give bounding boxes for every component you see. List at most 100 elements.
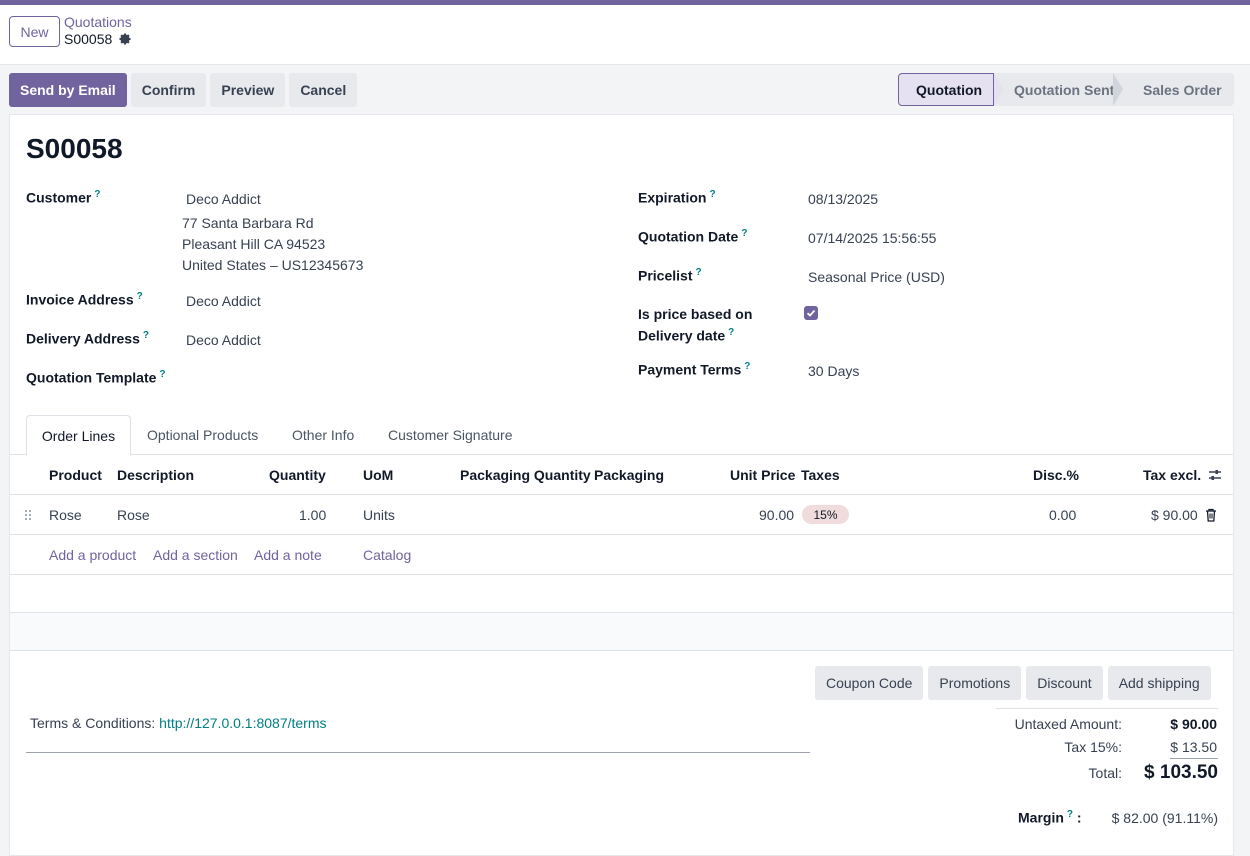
help-icon[interactable]: ?	[695, 267, 701, 278]
untaxed-amount-value: $ 90.00	[1170, 716, 1217, 732]
cell-uom[interactable]: Units	[363, 507, 395, 523]
payment-terms-label-text: Payment Terms	[638, 361, 742, 378]
status-quotation-sent[interactable]: Quotation Sent	[994, 73, 1123, 106]
payment-terms-field[interactable]: 30 Days	[808, 363, 859, 379]
drag-handle-icon[interactable]	[24, 509, 32, 521]
gear-icon[interactable]	[118, 32, 132, 46]
help-icon[interactable]: ?	[741, 228, 747, 239]
empty-row	[10, 575, 1233, 613]
cell-subtotal: $ 90.00	[1151, 507, 1198, 523]
cell-quantity[interactable]: 1.00	[299, 507, 326, 523]
breadcrumb-current-label: S00058	[64, 31, 113, 47]
help-icon[interactable]: ?	[728, 327, 734, 338]
cancel-button[interactable]: Cancel	[289, 73, 358, 107]
cell-product[interactable]: Rose	[49, 507, 82, 523]
breadcrumb-quotations[interactable]: Quotations	[64, 14, 132, 30]
form-sheet: S00058 Customer? Deco Addict 77 Santa Ba…	[9, 114, 1234, 856]
delivery-address-label: Delivery Address?	[26, 330, 149, 347]
promotions-button[interactable]: Promotions	[928, 666, 1022, 700]
help-icon[interactable]: ?	[709, 189, 715, 200]
help-icon[interactable]: ?	[159, 369, 165, 380]
expiration-label: Expiration?	[638, 189, 716, 206]
pricelist-label: Pricelist?	[638, 267, 702, 284]
quotation-date-label: Quotation Date?	[638, 228, 747, 245]
customer-address-line2: Pleasant Hill CA 94523	[182, 236, 326, 252]
tab-optional-products[interactable]: Optional Products	[147, 415, 258, 455]
expiration-field[interactable]: 08/13/2025	[808, 191, 878, 207]
totals-divider	[996, 708, 1218, 709]
tax-label: Tax 15%:	[1064, 739, 1122, 755]
col-packaging[interactable]: Packaging	[594, 467, 664, 483]
add-note-link[interactable]: Add a note	[254, 547, 322, 563]
col-uom[interactable]: UoM	[363, 467, 393, 483]
cell-description[interactable]: Rose	[117, 507, 150, 523]
quotation-template-field[interactable]	[186, 371, 486, 389]
help-icon[interactable]: ?	[94, 189, 100, 200]
terms-link[interactable]: http://127.0.0.1:8087/terms	[159, 715, 326, 731]
status-quotation[interactable]: Quotation	[898, 73, 1005, 106]
invoice-address-field[interactable]: Deco Addict	[186, 293, 261, 309]
discount-button[interactable]: Discount	[1026, 666, 1103, 700]
terms-label: Terms & Conditions:	[30, 715, 160, 731]
tab-order-lines[interactable]: Order Lines	[26, 415, 131, 456]
price-based-delivery-checkbox[interactable]	[804, 306, 818, 320]
invoice-address-label: Invoice Address?	[26, 291, 143, 308]
preview-button[interactable]: Preview	[210, 73, 286, 107]
col-disc[interactable]: Disc.%	[1033, 467, 1079, 483]
order-lines-header: Product Description Quantity UoM Packagi…	[10, 455, 1233, 495]
margin-value: $ 82.00 (91.11%)	[1111, 810, 1218, 826]
invoice-address-label-text: Invoice Address	[26, 291, 134, 308]
table-footer-row	[10, 613, 1233, 651]
new-button[interactable]: New	[9, 16, 60, 47]
quotation-date-field[interactable]: 07/14/2025 15:56:55	[808, 230, 936, 246]
help-icon[interactable]: ?	[744, 361, 750, 372]
add-line-row: Add a product Add a section Add a note C…	[10, 535, 1233, 575]
col-quantity[interactable]: Quantity	[269, 467, 326, 483]
tab-other-info[interactable]: Other Info	[292, 415, 354, 455]
untaxed-amount-label: Untaxed Amount:	[1014, 716, 1122, 732]
col-unit-price[interactable]: Unit Price	[730, 467, 795, 483]
table-row[interactable]: Rose Rose 1.00 Units 90.00 15% 0.00 $ 90…	[10, 495, 1233, 535]
trash-icon[interactable]	[1205, 508, 1217, 522]
column-settings-icon[interactable]	[1208, 468, 1222, 482]
pricelist-field[interactable]: Seasonal Price (USD)	[808, 269, 945, 285]
tax-badge[interactable]: 15%	[802, 505, 849, 524]
expiration-label-text: Expiration	[638, 189, 707, 206]
cell-disc[interactable]: 0.00	[1049, 507, 1076, 523]
col-tax-excl[interactable]: Tax excl.	[1143, 467, 1201, 483]
add-shipping-button[interactable]: Add shipping	[1107, 666, 1211, 700]
customer-label-text: Customer	[26, 189, 92, 206]
col-packaging-quantity[interactable]: Packaging Quantity	[460, 467, 591, 483]
pricelist-label-text: Pricelist	[638, 267, 693, 284]
col-product[interactable]: Product	[49, 467, 102, 483]
quotation-date-label-text: Quotation Date	[638, 228, 739, 245]
margin-label: Margin? :	[1018, 809, 1082, 826]
total-separator	[1170, 758, 1218, 759]
delivery-address-field[interactable]: Deco Addict	[186, 332, 261, 348]
col-description[interactable]: Description	[117, 467, 194, 483]
price-based-delivery-label-line2-text: Delivery date	[638, 327, 726, 344]
coupon-code-button[interactable]: Coupon Code	[815, 666, 924, 700]
price-based-delivery-label-line1: Is price based on	[638, 306, 753, 322]
margin-colon: :	[1076, 809, 1082, 826]
terms-conditions: Terms & Conditions: http://127.0.0.1:808…	[30, 715, 327, 731]
breadcrumb-current: S00058	[64, 31, 132, 47]
action-buttons: Send by Email Confirm Preview Cancel	[9, 73, 358, 107]
status-sales-order[interactable]: Sales Order	[1122, 73, 1234, 106]
add-section-link[interactable]: Add a section	[153, 547, 238, 563]
status-bar: Quotation Quotation Sent Sales Order	[898, 73, 1234, 106]
cell-unit-price[interactable]: 90.00	[759, 507, 794, 523]
tax-value: $ 13.50	[1170, 739, 1217, 755]
catalog-link[interactable]: Catalog	[363, 547, 411, 563]
help-icon[interactable]: ?	[137, 291, 143, 302]
col-taxes[interactable]: Taxes	[801, 467, 840, 483]
add-product-link[interactable]: Add a product	[49, 547, 136, 563]
payment-terms-label: Payment Terms?	[638, 361, 750, 378]
send-by-email-button[interactable]: Send by Email	[9, 73, 127, 107]
quotation-template-label: Quotation Template?	[26, 369, 166, 386]
tab-customer-signature[interactable]: Customer Signature	[388, 415, 513, 455]
help-icon[interactable]: ?	[1067, 809, 1073, 820]
customer-field[interactable]: Deco Addict	[186, 191, 261, 207]
confirm-button[interactable]: Confirm	[130, 73, 207, 107]
help-icon[interactable]: ?	[143, 330, 149, 341]
